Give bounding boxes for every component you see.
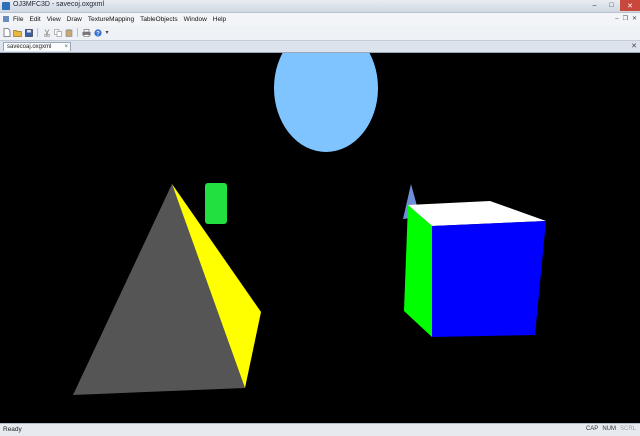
document-tab-bar: savecoaj.oxgxml × ✕: [0, 41, 640, 53]
status-text: Ready: [3, 426, 22, 433]
menu-edit[interactable]: Edit: [26, 15, 43, 24]
menu-window[interactable]: Window: [181, 15, 210, 24]
window-controls: – □ ✕: [586, 0, 640, 12]
green-box: [205, 183, 227, 224]
document-menu-icon[interactable]: [3, 16, 9, 22]
maximize-button[interactable]: □: [603, 0, 620, 11]
toolbar-separator: [77, 28, 78, 37]
minimize-button[interactable]: –: [586, 0, 603, 11]
tab-savecoaj[interactable]: savecoaj.oxgxml ×: [3, 42, 71, 51]
caps-lock-indicator: CAP: [585, 426, 599, 432]
new-icon[interactable]: [2, 28, 11, 37]
paste-icon[interactable]: [64, 28, 73, 37]
mdi-controls: – ❐ ✕: [615, 15, 637, 24]
print-icon[interactable]: [82, 28, 91, 37]
cube-left-face: [404, 205, 432, 337]
toolbar: ? ▾: [0, 26, 640, 41]
menu-draw[interactable]: Draw: [64, 15, 85, 24]
status-bar: Ready CAP NUM SCRL: [0, 423, 640, 436]
save-icon[interactable]: [24, 28, 33, 37]
blue-sphere: [274, 53, 378, 152]
menu-bar: File Edit View Draw TextureMapping Table…: [0, 13, 640, 26]
tab-label: savecoaj.oxgxml: [7, 44, 52, 50]
scene-canvas: [73, 53, 546, 395]
scroll-lock-indicator: SCRL: [619, 426, 636, 432]
app-icon: [2, 2, 10, 10]
menu-help[interactable]: Help: [210, 15, 229, 24]
menu-file[interactable]: File: [10, 15, 26, 24]
cube-front-face: [432, 221, 546, 337]
mdi-close-button[interactable]: ✕: [632, 15, 637, 24]
num-lock-indicator: NUM: [602, 426, 616, 432]
mdi-minimize-button[interactable]: –: [615, 15, 618, 24]
menu-view[interactable]: View: [44, 15, 64, 24]
svg-text:?: ?: [96, 31, 100, 37]
toolbar-overflow-icon[interactable]: ▾: [104, 28, 110, 37]
open-icon[interactable]: [13, 28, 22, 37]
menu-table-objects[interactable]: TableObjects: [137, 15, 181, 24]
mdi-restore-button[interactable]: ❐: [623, 15, 628, 24]
cut-icon[interactable]: [42, 28, 51, 37]
menu-texture-mapping[interactable]: TextureMapping: [85, 15, 137, 24]
window-title: OJ3MFC3D - savecoj.oxgxml: [13, 1, 105, 8]
title-bar: OJ3MFC3D - savecoj.oxgxml – □ ✕: [0, 0, 640, 13]
help-icon[interactable]: ?: [93, 28, 102, 37]
toolbar-separator: [37, 28, 38, 37]
close-button[interactable]: ✕: [620, 0, 640, 11]
copy-icon[interactable]: [53, 28, 62, 37]
close-document-icon[interactable]: ✕: [631, 42, 637, 51]
tab-close-icon[interactable]: ×: [64, 43, 68, 51]
3d-viewport[interactable]: [0, 53, 640, 423]
